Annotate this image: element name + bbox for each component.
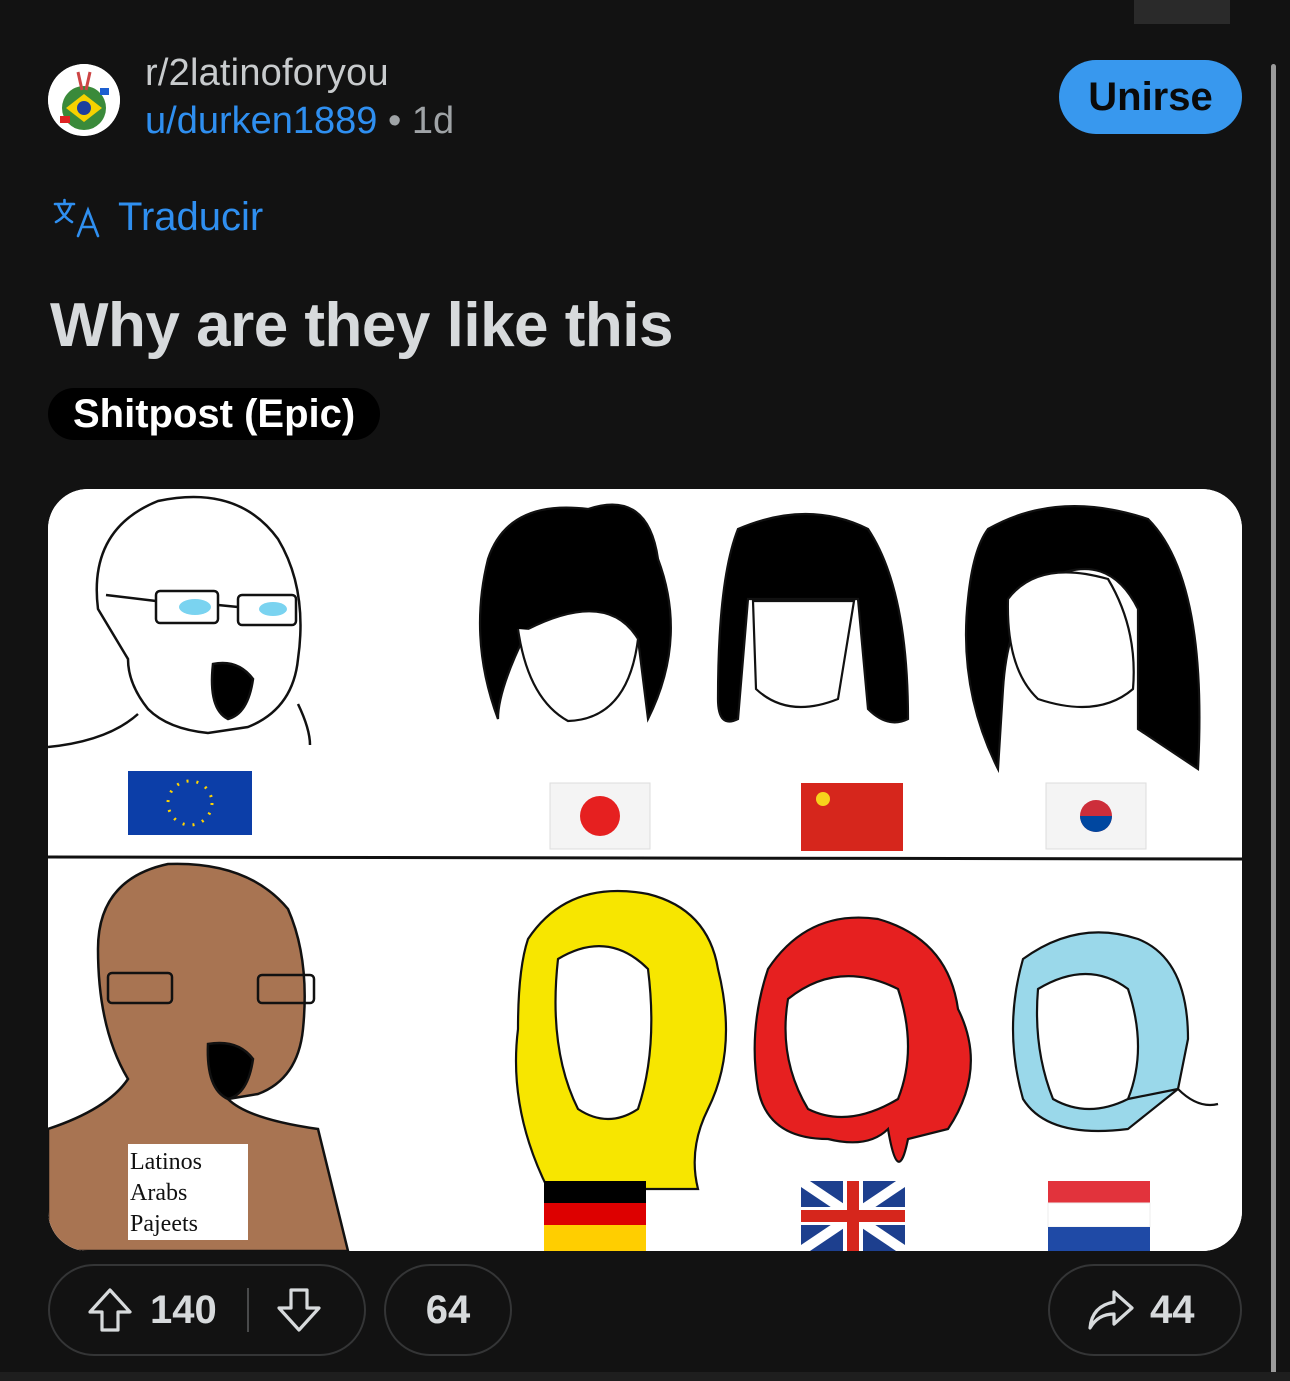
post-flair[interactable]: Shitpost (Epic) xyxy=(48,388,381,440)
post-title[interactable]: Why are they like this xyxy=(50,290,674,361)
top-bar-button[interactable] xyxy=(1134,0,1230,24)
germany-flag-icon xyxy=(544,1181,646,1251)
japan-flag-icon xyxy=(549,782,651,850)
eu-flag-icon xyxy=(128,771,252,835)
share-arrow-icon xyxy=(1088,1290,1134,1330)
china-flag-icon xyxy=(801,783,903,851)
meta-separator: • xyxy=(387,100,402,142)
share-count: 44 xyxy=(1150,1287,1195,1332)
post-header: r/2latinoforyou u/durken1889 • 1d Unirse xyxy=(48,52,1242,156)
comment-count: 64 xyxy=(425,1287,471,1332)
downvote-arrow-icon[interactable] xyxy=(273,1284,325,1336)
bottom-strip xyxy=(0,1372,1290,1381)
top-bar xyxy=(0,0,1290,14)
post-actions: 140 64 44 xyxy=(48,1264,1242,1358)
avatar-icon xyxy=(48,64,120,136)
korea-flag-icon xyxy=(1045,782,1147,850)
subreddit-name[interactable]: r/2latinoforyou xyxy=(145,52,389,95)
translate-button[interactable]: Traducir xyxy=(52,195,263,240)
upvote-arrow-icon[interactable] xyxy=(84,1284,136,1336)
subreddit-avatar[interactable] xyxy=(48,64,120,136)
vote-divider xyxy=(246,1288,249,1332)
post-meta: u/durken1889 • 1d xyxy=(145,100,454,143)
share-button[interactable]: 44 xyxy=(1048,1264,1242,1356)
translate-icon xyxy=(53,198,100,237)
join-button[interactable]: Unirse xyxy=(1059,60,1242,134)
netherlands-flag-icon xyxy=(1047,1181,1151,1251)
vote-score: 140 xyxy=(150,1287,217,1332)
sign-line: Latinos xyxy=(130,1149,202,1175)
sign-line: Pajeets xyxy=(130,1211,198,1237)
vote-bar: 140 xyxy=(48,1264,366,1356)
post-age: 1d xyxy=(411,100,455,142)
meme-image: Latinos Arabs Pajeets xyxy=(48,489,1242,1251)
sign-line: Arabs xyxy=(130,1180,187,1206)
uk-flag-icon xyxy=(798,1176,908,1251)
author-link[interactable]: u/durken1889 xyxy=(145,100,377,142)
comments-button[interactable]: 64 xyxy=(384,1264,512,1356)
scrollbar[interactable] xyxy=(1271,64,1276,1381)
translate-label: Traducir xyxy=(118,195,264,239)
post-image[interactable]: Latinos Arabs Pajeets xyxy=(48,489,1242,1251)
